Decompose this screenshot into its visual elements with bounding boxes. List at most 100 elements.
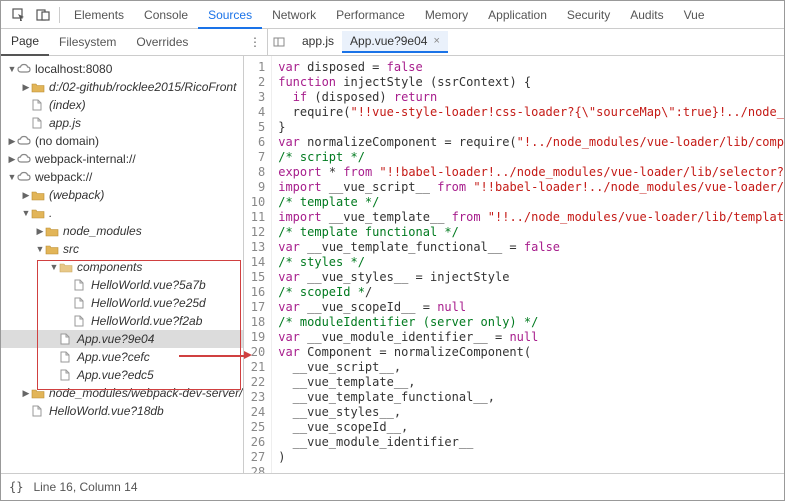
tree-item[interactable]: ▼ src (1, 240, 243, 258)
tree-item[interactable]: App.vue?9e04 (1, 330, 243, 348)
tab-performance[interactable]: Performance (326, 1, 415, 29)
tree-item[interactable]: ▶(no domain) (1, 132, 243, 150)
tree-item[interactable]: ▼ components (1, 258, 243, 276)
device-toggle-icon[interactable] (31, 3, 55, 27)
tree-label: src (61, 242, 79, 256)
code-editor[interactable]: 1234567891011121314151617181920212223242… (244, 56, 784, 473)
annotation-arrow (179, 355, 244, 357)
editor-tab-bar: app.jsApp.vue?9e04× (268, 29, 784, 55)
file-icon (73, 315, 89, 327)
tree-item[interactable]: ▶ webpack-internal:// (1, 150, 243, 168)
navtab-overrides[interactable]: Overrides (126, 29, 198, 56)
cloud-icon (17, 171, 33, 183)
inspect-icon[interactable] (7, 3, 31, 27)
tree-item[interactable]: HelloWorld.vue?18db (1, 402, 243, 420)
tree-label: . (47, 206, 52, 220)
editor-tab[interactable]: app.js (294, 31, 342, 53)
disclosure-triangle[interactable]: ▶ (21, 190, 31, 201)
disclosure-triangle[interactable]: ▼ (49, 262, 59, 272)
tree-item[interactable]: HelloWorld.vue?e25d (1, 294, 243, 312)
file-icon (31, 405, 47, 417)
cloud-icon (17, 153, 33, 165)
file-icon (73, 297, 89, 309)
tab-audits[interactable]: Audits (620, 1, 673, 29)
folder-dim-icon (59, 262, 75, 273)
tab-memory[interactable]: Memory (415, 1, 478, 29)
cloud-icon (17, 63, 33, 75)
disclosure-triangle[interactable]: ▶ (21, 82, 31, 93)
navigator-tabs: PageFilesystemOverrides ⋮ (1, 29, 268, 55)
tree-label: webpack:// (33, 170, 92, 184)
history-nav-icon[interactable] (272, 36, 292, 48)
separator (59, 7, 60, 23)
tree-label: App.vue?cefc (75, 350, 150, 364)
tree-label: components (75, 260, 142, 274)
file-icon (59, 351, 75, 363)
folder-icon (45, 244, 61, 255)
editor-tab[interactable]: App.vue?9e04× (342, 31, 448, 53)
file-navigator[interactable]: ▼localhost:8080▶d:/02-github/rocklee2015… (1, 56, 244, 473)
disclosure-triangle[interactable]: ▶ (7, 154, 17, 165)
navtab-filesystem[interactable]: Filesystem (49, 29, 126, 56)
tree-label: node_modules/webpack-dev-server/ (47, 386, 242, 400)
tree-item[interactable]: app.js (1, 114, 243, 132)
disclosure-triangle[interactable]: ▶ (7, 136, 17, 147)
tab-elements[interactable]: Elements (64, 1, 134, 29)
disclosure-triangle[interactable]: ▼ (7, 64, 17, 74)
file-icon (31, 99, 47, 111)
tree-label: node_modules (61, 224, 142, 238)
tab-vue[interactable]: Vue (674, 1, 715, 29)
tab-network[interactable]: Network (262, 1, 326, 29)
tree-item[interactable]: ▶ node_modules/webpack-dev-server/ (1, 384, 243, 402)
tree-label: app.js (47, 116, 81, 130)
tree-item[interactable]: ▶ node_modules (1, 222, 243, 240)
code-content[interactable]: var disposed = falsefunction injectStyle… (272, 56, 784, 473)
tree-label: webpack-internal:// (33, 152, 136, 166)
main-tabs: ElementsConsoleSourcesNetworkPerformance… (64, 1, 715, 29)
cloud-icon (17, 135, 33, 147)
tab-console[interactable]: Console (134, 1, 198, 29)
tree-item[interactable]: App.vue?edc5 (1, 366, 243, 384)
file-icon (31, 117, 47, 129)
disclosure-triangle[interactable]: ▼ (7, 172, 17, 182)
status-bar: {} Line 16, Column 14 (1, 473, 784, 499)
tree-item[interactable]: ▼. (1, 204, 243, 222)
folder-icon (31, 388, 47, 399)
folder-icon (31, 82, 47, 93)
tree-label: HelloWorld.vue?5a7b (89, 278, 206, 292)
folder-icon (45, 226, 61, 237)
close-icon[interactable]: × (433, 35, 439, 47)
file-icon (73, 279, 89, 291)
tree-item[interactable]: App.vue?cefc (1, 348, 243, 366)
more-icon[interactable]: ⋮ (243, 35, 267, 49)
sources-subbar: PageFilesystemOverrides ⋮ app.jsApp.vue?… (1, 29, 784, 56)
folder-icon (31, 190, 47, 201)
disclosure-triangle[interactable]: ▼ (21, 208, 31, 218)
tab-application[interactable]: Application (478, 1, 557, 29)
devtools-toolbar: ElementsConsoleSourcesNetworkPerformance… (1, 1, 784, 29)
disclosure-triangle[interactable]: ▼ (35, 244, 45, 254)
tree-label: (webpack) (47, 188, 104, 202)
navtab-page[interactable]: Page (1, 29, 49, 56)
tree-item[interactable]: ▶ d:/02-github/rocklee2015/RicoFront (1, 78, 243, 96)
file-icon (59, 333, 75, 345)
cursor-position: Line 16, Column 14 (33, 480, 137, 494)
disclosure-triangle[interactable]: ▶ (35, 226, 45, 237)
tree-item[interactable]: ▼ webpack:// (1, 168, 243, 186)
tree-label: App.vue?9e04 (75, 332, 154, 346)
tab-sources[interactable]: Sources (198, 1, 262, 29)
tree-item[interactable]: (index) (1, 96, 243, 114)
tab-security[interactable]: Security (557, 1, 620, 29)
tree-label: HelloWorld.vue?e25d (89, 296, 206, 310)
annotation-arrow-head (244, 351, 252, 359)
tree-item[interactable]: ▼ localhost:8080 (1, 60, 243, 78)
tree-label: d:/02-github/rocklee2015/RicoFront (47, 80, 236, 94)
tree-label: App.vue?edc5 (75, 368, 154, 382)
tree-item[interactable]: HelloWorld.vue?f2ab (1, 312, 243, 330)
tree-item[interactable]: HelloWorld.vue?5a7b (1, 276, 243, 294)
tree-label: localhost:8080 (33, 62, 112, 76)
tree-label: HelloWorld.vue?f2ab (89, 314, 202, 328)
pretty-print-icon[interactable]: {} (9, 480, 23, 494)
tree-item[interactable]: ▶ (webpack) (1, 186, 243, 204)
disclosure-triangle[interactable]: ▶ (21, 388, 31, 399)
